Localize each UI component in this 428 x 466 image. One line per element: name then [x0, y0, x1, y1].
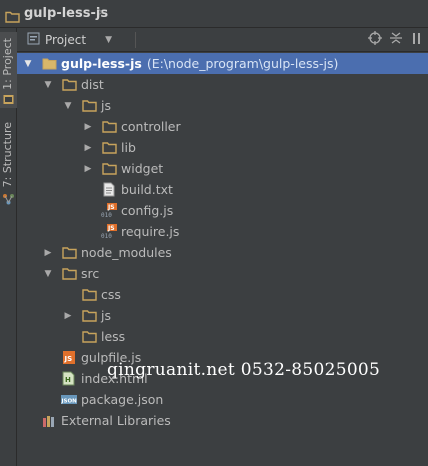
folder-icon [101, 140, 117, 156]
tree-item-label: External Libraries [61, 413, 171, 428]
tree-item[interactable]: css [17, 284, 428, 305]
folder-icon [81, 308, 97, 324]
folder-icon [81, 287, 97, 303]
structure-tab-icon [2, 190, 15, 209]
collapse-all-icon[interactable] [389, 31, 403, 47]
tab-structure-label: 7: Structure [1, 122, 14, 188]
tree-item[interactable]: ▼ js [17, 95, 428, 116]
tab-structure[interactable]: 7: Structure [0, 120, 17, 194]
svg-text:010: 010 [101, 233, 112, 239]
json-file-icon: JSON [61, 392, 77, 408]
tree-item[interactable]: 010 JS require.js [17, 221, 428, 242]
tree-item-label: require.js [121, 224, 180, 239]
tree-item[interactable]: ▼ dist [17, 74, 428, 95]
collapsed-arrow-icon[interactable]: ▶ [83, 164, 93, 174]
svg-text:H: H [65, 376, 71, 384]
folder-icon [61, 77, 77, 93]
svg-text:JSON: JSON [61, 399, 77, 405]
panel-toolbar [368, 31, 424, 47]
tree-item[interactable]: 010 JS config.js [17, 200, 428, 221]
libraries-icon [41, 413, 57, 429]
folder-icon [81, 98, 97, 114]
tree-item[interactable]: ▶ widget [17, 158, 428, 179]
tree-item-label: controller [121, 119, 181, 134]
tree-item-label: css [101, 287, 121, 302]
tool-window-strip: 1: Project 7: Structure [0, 28, 17, 466]
collapsed-arrow-icon[interactable]: ▶ [83, 122, 93, 132]
breadcrumb-project[interactable]: gulp-less-js [24, 6, 108, 21]
tree-item[interactable]: ▶ controller [17, 116, 428, 137]
expanded-arrow-icon[interactable]: ▼ [23, 59, 33, 69]
tree-item-label: widget [121, 161, 164, 176]
tab-project-label: 1: Project [1, 38, 14, 90]
arrow-placeholder [43, 374, 53, 384]
tree-item-label: js [101, 98, 111, 113]
tree-item-label: node_modules [81, 245, 172, 260]
folder-icon [81, 329, 97, 345]
tree-item-label: lib [121, 140, 136, 155]
folder-icon [101, 161, 117, 177]
arrow-placeholder [83, 227, 93, 237]
project-panel-header: Project ▼ [17, 28, 428, 52]
scroll-from-source-icon[interactable] [368, 31, 382, 47]
tree-item-label: config.js [121, 203, 174, 218]
js-file-icon: 010 JS [101, 224, 117, 240]
tree-item[interactable]: ▶ js [17, 305, 428, 326]
chevron-right-icon: › [98, 5, 104, 20]
svg-text:010: 010 [101, 212, 112, 218]
expanded-arrow-icon[interactable]: ▼ [43, 269, 53, 279]
tree-item-label: js [101, 308, 111, 323]
tree-item[interactable]: JSON package.json [17, 389, 428, 410]
arrow-placeholder [63, 290, 73, 300]
js-file-icon: 010 JS [101, 203, 117, 219]
arrow-placeholder [43, 395, 53, 405]
divider [134, 32, 136, 48]
project-folder-icon [41, 56, 57, 72]
arrow-placeholder [63, 332, 73, 342]
html-file-icon: H [61, 371, 77, 387]
project-view-icon [27, 32, 40, 48]
watermark-text: qingruanit.net 0532-85025005 [107, 360, 381, 380]
folder-icon [5, 8, 20, 27]
expanded-arrow-icon[interactable]: ▼ [63, 101, 73, 111]
tree-item-label: less [101, 329, 126, 344]
tree-item-label: build.txt [121, 182, 173, 197]
js-file-orange-icon: JS [61, 350, 77, 366]
navigation-bar: gulp-less-js › [0, 0, 428, 28]
collapsed-arrow-icon[interactable]: ▶ [83, 143, 93, 153]
arrow-placeholder [43, 353, 53, 363]
folder-icon [61, 245, 77, 261]
tree-item-label: package.json [81, 392, 164, 407]
chevron-down-icon: ▼ [105, 35, 112, 45]
arrow-placeholder [83, 206, 93, 216]
tree-item-label: dist [81, 77, 104, 92]
text-file-icon [101, 182, 117, 198]
view-selector[interactable]: Project ▼ [23, 31, 142, 49]
svg-text:JS: JS [64, 355, 73, 363]
tree-item[interactable]: build.txt [17, 179, 428, 200]
collapsed-arrow-icon[interactable]: ▶ [63, 311, 73, 321]
tree-item[interactable]: ▶ node_modules [17, 242, 428, 263]
tree-item-label: src [81, 266, 100, 281]
tree-item[interactable]: ▼ gulp-less-js (E:\node_program\gulp-less-… [17, 53, 428, 74]
svg-text:JS: JS [107, 225, 115, 232]
tree-item[interactable]: less [17, 326, 428, 347]
tree-item-path: (E:\node_program\gulp-less-js) [146, 56, 339, 71]
tree-item[interactable]: External Libraries [17, 410, 428, 431]
tree-item[interactable]: ▼ src [17, 263, 428, 284]
folder-icon [61, 266, 77, 282]
folder-icon [101, 119, 117, 135]
project-panel: Project ▼ ▼ gulp-less-js (E:\node_program\… [17, 28, 428, 466]
collapsed-arrow-icon[interactable]: ▶ [43, 248, 53, 258]
tree-item-label: gulp-less-js [61, 56, 142, 71]
arrow-placeholder [23, 416, 33, 426]
tree-item[interactable]: ▶ lib [17, 137, 428, 158]
settings-gear-icon[interactable] [410, 31, 424, 47]
expanded-arrow-icon[interactable]: ▼ [43, 80, 53, 90]
arrow-placeholder [83, 185, 93, 195]
project-tab-icon [3, 90, 14, 109]
svg-text:JS: JS [107, 204, 115, 211]
view-selector-label: Project [45, 33, 87, 47]
